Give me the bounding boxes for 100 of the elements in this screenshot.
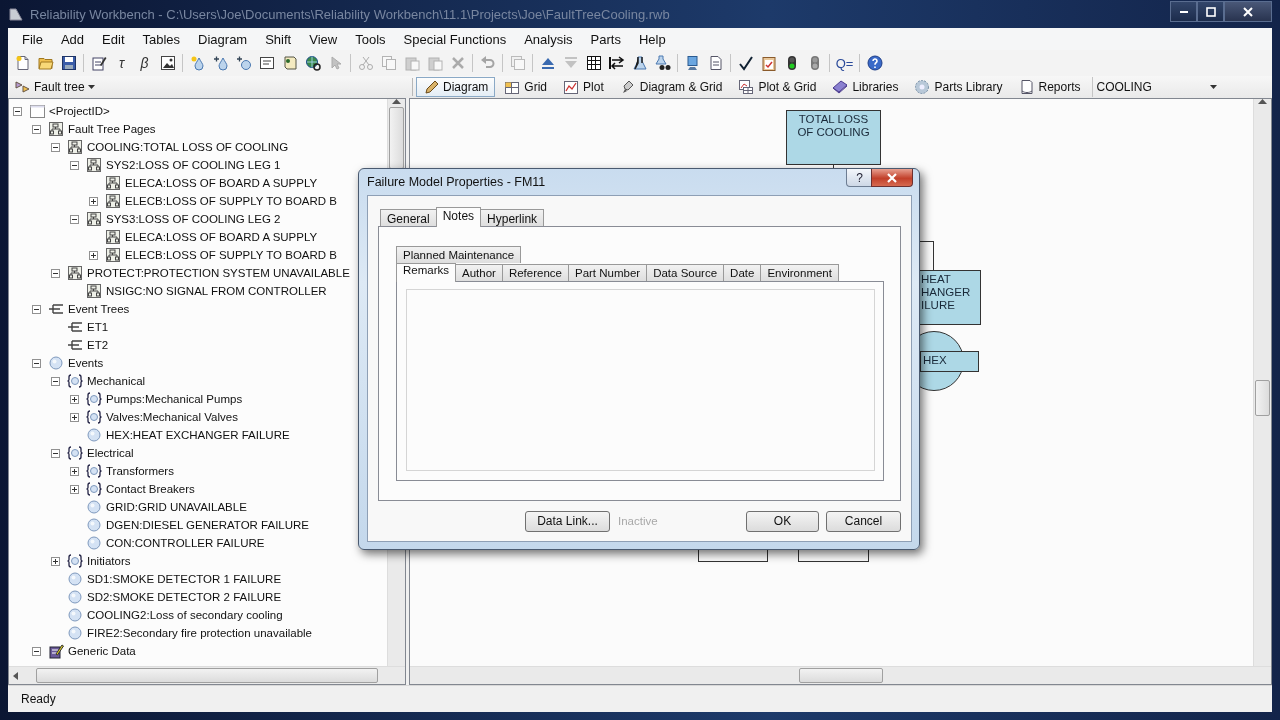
tree-item[interactable]: Pumps:Mechanical Pumps	[106, 393, 243, 405]
flask-icon[interactable]	[631, 55, 648, 71]
grid-icon[interactable]	[585, 55, 602, 71]
remarks-field[interactable]	[406, 289, 875, 471]
expand-toggle[interactable]	[70, 466, 79, 476]
view-button[interactable]: Libraries	[825, 77, 906, 97]
tree-item[interactable]: GRID:GRID UNAVAILABLE	[106, 501, 247, 513]
tree-item[interactable]: Mechanical	[87, 375, 146, 387]
expand-toggle[interactable]	[70, 394, 79, 404]
help-button[interactable]: ?	[846, 169, 873, 187]
tree-item[interactable]: Contact Breakers	[106, 483, 195, 495]
tree-item[interactable]: Generic Data	[68, 645, 136, 657]
minimize-button[interactable]	[1170, 1, 1197, 22]
expand-toggle[interactable]	[51, 556, 60, 566]
scroll-left-icon[interactable]	[13, 671, 18, 680]
tree-item[interactable]: CON:CONTROLLER FAILURE	[106, 537, 265, 549]
view-button[interactable]: Reports	[1011, 77, 1088, 97]
collapse-toggle[interactable]	[51, 376, 60, 386]
tree-item[interactable]: SYS3:LOSS OF COOLING LEG 2	[106, 213, 281, 225]
scroll-thumb[interactable]	[1255, 380, 1270, 416]
menu-item[interactable]: Special Functions	[394, 31, 516, 47]
menu-item[interactable]: Shift	[256, 31, 301, 47]
dialog-tab[interactable]: Hyperlink	[480, 209, 545, 226]
menu-item[interactable]: Add	[51, 31, 94, 47]
scroll-thumb[interactable]	[799, 668, 883, 683]
view-button[interactable]: Plot	[556, 77, 611, 97]
circle-plus-icon[interactable]	[235, 55, 252, 71]
tree-item[interactable]: SD1:SMOKE DETECTOR 1 FAILURE	[87, 573, 282, 585]
tree-item[interactable]: NSIGC:NO SIGNAL FROM CONTROLLER	[106, 285, 327, 297]
tree-item[interactable]: ELECA:LOSS OF BOARD A SUPPLY	[125, 177, 318, 189]
mode-dropdown[interactable]: Fault tree	[10, 76, 400, 98]
dialog-tab[interactable]: Notes	[435, 207, 482, 227]
menu-item[interactable]: Diagram	[189, 31, 257, 47]
drop-star-icon[interactable]	[189, 55, 206, 71]
sub-tab[interactable]: Planned Maintenance	[396, 246, 522, 263]
tree-item[interactable]: Initiators	[87, 555, 131, 567]
collapse-toggle[interactable]	[32, 646, 41, 656]
query-tool[interactable]: Q=	[835, 55, 854, 71]
edit-form-icon[interactable]	[90, 55, 107, 71]
cancel-button[interactable]: Cancel	[826, 510, 901, 532]
tree-item[interactable]: Electrical	[87, 447, 134, 459]
close-button[interactable]	[871, 169, 913, 187]
scroll-thumb[interactable]	[389, 107, 404, 169]
expand-toggle[interactable]	[89, 196, 98, 206]
collapse-toggle[interactable]	[13, 106, 22, 116]
monitor-icon[interactable]	[684, 55, 701, 71]
close-button[interactable]	[1224, 1, 1272, 22]
save-icon[interactable]	[60, 55, 77, 71]
sub-tab[interactable]: Part Number	[567, 264, 648, 281]
tree-item[interactable]: FIRE2:Secondary fire protection unavailable	[87, 627, 312, 639]
vertical-scrollbar[interactable]	[1253, 99, 1271, 666]
tree-item[interactable]: ET2	[87, 339, 109, 351]
collapse-toggle[interactable]	[32, 124, 41, 134]
clipboard-icon[interactable]	[760, 55, 777, 71]
scroll-thumb[interactable]	[36, 668, 378, 683]
menu-item[interactable]: Tables	[133, 31, 190, 47]
view-button[interactable]: Diagram	[416, 77, 496, 97]
tree-item[interactable]: SD2:SMOKE DETECTOR 2 FAILURE	[87, 591, 282, 603]
tree-item[interactable]: ELECB:LOSS OF SUPPLY TO BOARD B	[125, 195, 337, 207]
menu-item[interactable]: View	[300, 31, 347, 47]
page-dropdown[interactable]: COOLING	[1091, 77, 1223, 97]
menu-item[interactable]: File	[13, 31, 52, 47]
menu-item[interactable]: Edit	[93, 31, 134, 47]
help-icon[interactable]	[866, 55, 883, 71]
image-icon[interactable]	[159, 55, 176, 71]
tree-item[interactable]: Events	[68, 357, 104, 369]
horizontal-scrollbar[interactable]	[9, 666, 405, 684]
globe-icon[interactable]	[304, 55, 321, 71]
horizontal-scrollbar[interactable]	[410, 666, 1271, 684]
tree-item[interactable]: Valves:Mechanical Valves	[106, 411, 238, 423]
collapse-toggle[interactable]	[32, 304, 41, 314]
view-button[interactable]: Grid	[497, 77, 555, 97]
beta-tool[interactable]: β	[140, 55, 149, 71]
tree-item[interactable]: <ProjectID>	[49, 105, 110, 117]
tree-item[interactable]: Event Trees	[68, 303, 130, 315]
expand-toggle[interactable]	[89, 250, 98, 260]
swap-arrows-icon[interactable]	[608, 55, 625, 71]
menu-item[interactable]: Tools	[346, 31, 395, 47]
tau-tool[interactable]: τ	[118, 55, 125, 71]
event-box[interactable]: TOTAL LOSS OF COOLING	[786, 110, 881, 165]
ok-button[interactable]: OK	[746, 510, 819, 532]
view-button[interactable]: Plot & Grid	[731, 77, 824, 97]
collapse-toggle[interactable]	[70, 214, 79, 224]
tree-item[interactable]: PROTECT:PROTECTION SYSTEM UNAVAILABLE	[87, 267, 350, 279]
sub-tab[interactable]: Remarks	[396, 263, 456, 282]
tree-item[interactable]: ELECB:LOSS OF SUPPLY TO BOARD B	[125, 249, 337, 261]
event-label[interactable]: HEX	[920, 351, 979, 372]
collapse-toggle[interactable]	[32, 358, 41, 368]
collapse-toggle[interactable]	[51, 268, 60, 278]
view-button[interactable]: Parts Library	[907, 77, 1010, 97]
tree-item[interactable]: Fault Tree Pages	[68, 123, 156, 135]
sub-tab[interactable]: Reference	[501, 264, 569, 281]
tree-item[interactable]: COOLING2:Loss of secondary cooling	[87, 609, 283, 621]
sub-tab[interactable]: Data Source	[646, 264, 725, 281]
collapse-toggle[interactable]	[51, 448, 60, 458]
tree-item[interactable]: SYS2:LOSS OF COOLING LEG 1	[106, 159, 281, 171]
tree-item[interactable]: DGEN:DIESEL GENERATOR FAILURE	[106, 519, 309, 531]
sub-tab[interactable]: Author	[455, 264, 503, 281]
data-link-button[interactable]: Data Link...	[525, 510, 610, 532]
spellcheck-icon[interactable]	[737, 55, 754, 71]
